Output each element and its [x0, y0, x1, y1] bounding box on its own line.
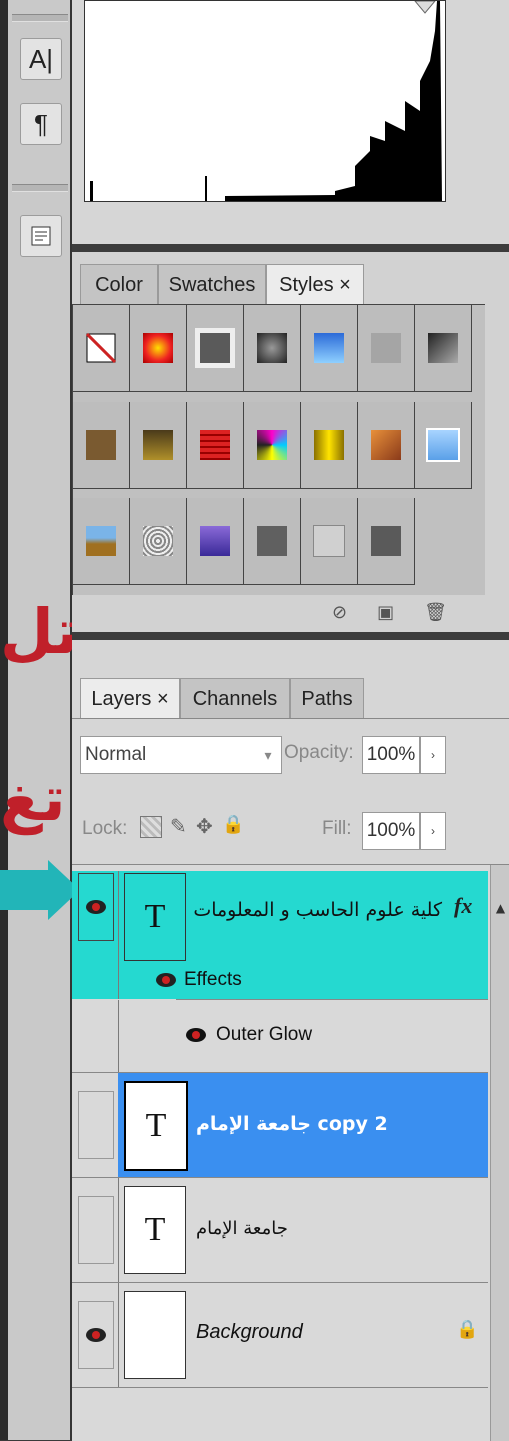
histogram-graph [84, 0, 446, 202]
layer-name[interactable]: Background [196, 1321, 303, 1344]
panel-divider [72, 244, 509, 252]
visibility-toggle[interactable] [78, 1196, 114, 1264]
visibility-toggle[interactable] [78, 1301, 114, 1369]
lock-pixels-icon[interactable]: ✎ [170, 814, 187, 838]
strip-separator [12, 184, 68, 192]
style-swatch[interactable] [301, 305, 358, 392]
effects-row[interactable]: Effects [156, 969, 242, 991]
scroll-up-icon[interactable]: ▲ [491, 901, 509, 915]
overlay-text-2: تغ [0, 762, 66, 835]
style-swatch[interactable] [358, 305, 415, 392]
tab-paths[interactable]: Paths [290, 678, 364, 719]
fx-icon[interactable]: fx [454, 893, 472, 919]
style-swatch[interactable] [130, 498, 187, 586]
styles-panel: Color Swatches Styles × ⊘ ▣ 🗑 [72, 244, 509, 632]
style-swatch[interactable] [415, 305, 472, 392]
layer-row[interactable]: Background 🔒 [72, 1283, 488, 1387]
overlay-text-1: تل [0, 595, 79, 668]
tab-underline [72, 718, 509, 719]
style-swatch[interactable] [358, 401, 415, 489]
fill-label: Fill: [322, 818, 352, 839]
lock-position-icon[interactable]: ✥ [196, 814, 213, 838]
layer-thumbnail: T [124, 1186, 186, 1274]
style-swatch[interactable] [244, 498, 301, 586]
tab-swatches[interactable]: Swatches [158, 264, 266, 305]
new-style-icon[interactable]: ▣ [377, 602, 394, 623]
layer-thumbnail: T [124, 873, 186, 961]
style-swatch[interactable] [301, 498, 358, 586]
fill-slider-button[interactable]: › [420, 812, 446, 850]
style-swatch[interactable] [130, 401, 187, 489]
style-swatch[interactable] [73, 498, 130, 586]
fill-field[interactable]: 100% [362, 812, 420, 850]
row-divider [118, 1178, 119, 1282]
eye-icon [86, 900, 106, 914]
strip-separator [12, 14, 68, 22]
style-swatch[interactable] [415, 401, 472, 489]
lock-all-icon[interactable]: 🔒 [222, 814, 244, 835]
layer-name[interactable]: جامعة الإمام copy 2 [196, 1113, 388, 1135]
outer-glow-label: Outer Glow [216, 1024, 313, 1045]
style-swatch[interactable] [244, 401, 301, 489]
panel-divider [72, 632, 509, 640]
clear-style-icon[interactable]: ⊘ [332, 602, 347, 623]
opacity-field[interactable]: 100% [362, 736, 420, 774]
visibility-toggle[interactable] [78, 1091, 114, 1159]
tab-layers[interactable]: Layers × [80, 678, 180, 719]
chevron-down-icon: ▾ [264, 746, 272, 763]
outer-glow-item: Outer Glow [186, 1024, 312, 1046]
style-swatch[interactable] [73, 401, 130, 489]
layer-thumbnail: T [124, 1081, 188, 1171]
tool-strip: A| ¶ [0, 0, 72, 1440]
layer-row[interactable]: T كلية علوم الحاسب و المعلومات fx Effect… [72, 871, 488, 999]
opacity-label: Opacity: [284, 742, 354, 763]
histogram-panel [72, 0, 509, 244]
visibility-toggle[interactable] [78, 873, 114, 941]
row-divider [118, 871, 119, 999]
row-divider [72, 1387, 488, 1388]
style-swatch[interactable] [130, 305, 187, 392]
styles-grid [72, 304, 485, 595]
lock-icon: 🔒 [456, 1319, 479, 1340]
opacity-slider-button[interactable]: › [420, 736, 446, 774]
blend-mode-select[interactable]: Normal ▾ [80, 736, 282, 774]
style-swatch[interactable] [187, 401, 244, 489]
style-swatch[interactable] [187, 305, 244, 392]
effect-row[interactable]: Outer Glow [72, 1000, 488, 1072]
layer-row[interactable]: T جامعة الإمام [72, 1178, 488, 1282]
paragraph-panel-icon[interactable]: ¶ [20, 103, 62, 145]
warning-icon [413, 0, 437, 14]
tab-channels[interactable]: Channels [180, 678, 290, 719]
tab-styles[interactable]: Styles × [266, 264, 364, 305]
layers-list: ▲ T كلية علوم الحاسب و المعلومات fx Effe… [72, 864, 509, 1441]
notes-panel-icon[interactable] [20, 215, 62, 257]
style-swatch-none[interactable] [73, 305, 130, 392]
character-panel-icon[interactable]: A| [20, 38, 62, 80]
eye-icon [86, 1328, 106, 1342]
style-swatch[interactable] [301, 401, 358, 489]
layer-thumbnail [124, 1291, 186, 1379]
row-divider [118, 1283, 119, 1387]
tab-color[interactable]: Color [80, 264, 158, 305]
delete-style-icon[interactable]: 🗑 [424, 602, 447, 623]
style-swatch[interactable] [244, 305, 301, 392]
effects-label: Effects [184, 969, 242, 990]
layer-name[interactable]: كلية علوم الحاسب و المعلومات [192, 899, 442, 921]
lock-transparency-icon[interactable] [140, 816, 162, 838]
eye-icon [156, 973, 176, 987]
eye-icon[interactable] [186, 1028, 206, 1042]
pointer-arrow-icon [0, 860, 80, 920]
layer-name[interactable]: جامعة الإمام [196, 1218, 288, 1239]
styles-footer: ⊘ ▣ 🗑 [332, 600, 492, 624]
layer-row[interactable]: T جامعة الإمام copy 2 [72, 1073, 488, 1177]
row-divider [118, 1000, 119, 1072]
layers-panel: Layers × Channels Paths Normal ▾ Opacity… [72, 632, 509, 1441]
style-swatch[interactable] [187, 498, 244, 586]
layers-scrollbar[interactable]: ▲ [490, 865, 509, 1441]
lock-label: Lock: [82, 818, 128, 839]
style-swatch[interactable] [358, 498, 415, 586]
